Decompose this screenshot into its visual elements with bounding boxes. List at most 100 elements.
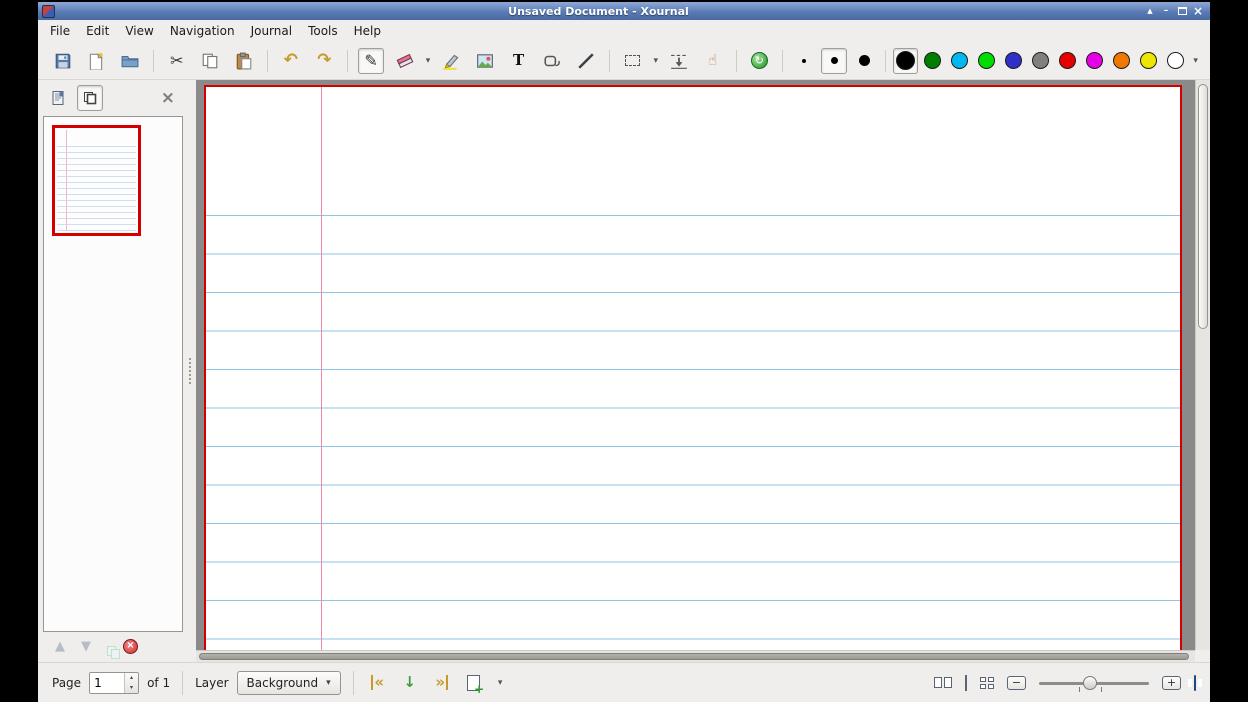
toolbar-separator [782,50,783,72]
eraser-options-dropdown[interactable]: ▾ [423,56,434,66]
menu-item-file[interactable]: File [42,22,78,40]
page-total-label: of 1 [147,676,170,690]
toolbar-separator [736,50,737,72]
selection-options-dropdown[interactable]: ▾ [650,56,661,66]
page-spin-up-button[interactable]: ▴ [125,673,138,683]
minimize-button[interactable]: – [1158,4,1174,18]
page-label: Page [52,676,81,690]
zoom-slider-handle[interactable] [1083,676,1097,690]
color-swatch-blue[interactable] [1001,48,1026,74]
maximize-button[interactable] [1174,4,1190,18]
add-page-options-dropdown[interactable]: ▾ [495,678,506,688]
two-page-view-button[interactable] [934,677,952,688]
sidebar-tab-pages[interactable] [77,85,103,111]
select-region-button[interactable] [620,48,646,74]
vertical-scrollbar-thumb[interactable] [1198,84,1208,329]
color-swatch-magenta[interactable] [1082,48,1107,74]
sidebar-splitter[interactable] [183,80,196,662]
rollup-button[interactable]: ▲ [1142,4,1158,18]
canvas-viewport[interactable] [196,80,1195,650]
slider-tick [1101,687,1102,692]
color-swatch-light-blue[interactable] [947,48,972,74]
save-icon [54,52,72,70]
pen-size-medium[interactable] [821,48,847,74]
last-page-button[interactable]: » [430,671,454,695]
menu-item-journal[interactable]: Journal [243,22,301,40]
menu-item-view[interactable]: View [117,22,161,40]
color-palette [892,48,1189,74]
shape-recognizer-button[interactable] [539,48,565,74]
open-button[interactable] [117,48,143,74]
color-circle [896,51,915,70]
insert-image-button[interactable] [472,48,498,74]
pen-size-thick[interactable] [851,48,877,74]
menu-item-help[interactable]: Help [346,22,389,40]
color-swatch-black[interactable] [893,48,918,74]
pen-size-fine[interactable] [791,48,817,74]
sidebar-close-button[interactable]: × [161,90,175,107]
default-tool-icon: ↻ [751,52,768,69]
chevron-down-icon: ▾ [498,678,503,688]
color-circle [1086,52,1103,69]
thumb-move-up-button[interactable]: ▲ [55,640,65,653]
undo-button[interactable]: ↶ [278,48,304,74]
page-thumbnail[interactable] [52,125,141,236]
slider-tick [1079,687,1080,692]
new-document-button[interactable] [84,48,110,74]
horizontal-scrollbar[interactable] [196,650,1195,662]
cut-button[interactable]: ✂ [164,48,190,74]
first-page-button[interactable]: « [366,671,390,695]
pen-size-group [789,48,879,74]
sidebar: × ▲ ▼ × [38,80,183,662]
menu-item-tools[interactable]: Tools [300,22,346,40]
zoom-out-button[interactable]: − [1007,676,1026,690]
page-number-input[interactable] [90,673,124,693]
vertical-space-button[interactable] [666,48,692,74]
page-canvas[interactable] [204,85,1182,650]
menu-item-edit[interactable]: Edit [78,22,117,40]
title-bar[interactable]: Unsaved Document - Xournal ▲ – × [38,2,1210,20]
color-swatch-green[interactable] [920,48,945,74]
eraser-tool-button[interactable] [392,48,418,74]
default-tool-button[interactable]: ↻ [747,48,773,74]
next-page-button[interactable]: ↓ [398,671,422,695]
zoom-slider[interactable] [1039,672,1149,694]
zoom-out-icon: − [1007,676,1026,690]
horizontal-scrollbar-thumb[interactable] [199,653,1189,660]
sidebar-tab-document[interactable] [45,85,71,111]
color-picker-dropdown[interactable]: ▾ [1190,56,1201,66]
thumb-delete-page-button[interactable]: × [123,639,138,654]
vertical-scrollbar[interactable] [1195,80,1210,650]
last-page-icon: » [435,675,448,690]
color-swatch-white[interactable] [1163,48,1188,74]
grid-view-button[interactable] [980,677,994,689]
one-page-view-button[interactable] [965,676,967,690]
pen-tool-button[interactable]: ✎ [358,48,384,74]
redo-button[interactable]: ↷ [312,48,338,74]
close-button[interactable]: × [1190,4,1206,18]
fullscreen-button[interactable] [1194,676,1196,690]
grid-view-icon [980,677,994,689]
save-button[interactable] [50,48,76,74]
xournal-window: Unsaved Document - Xournal ▲ – × File Ed… [38,2,1210,702]
chevron-down-icon: ▾ [1193,56,1198,66]
copy-button[interactable] [198,48,224,74]
zoom-in-button[interactable]: + [1162,676,1181,690]
highlighter-tool-button[interactable] [438,48,464,74]
color-swatch-red[interactable] [1055,48,1080,74]
menu-item-navigation[interactable]: Navigation [162,22,243,40]
rule-lines [206,215,1180,650]
page-thumbnail-panel[interactable] [43,116,183,632]
color-swatch-yellow[interactable] [1136,48,1161,74]
color-swatch-gray[interactable] [1028,48,1053,74]
ruler-tool-button[interactable] [573,48,599,74]
layer-select[interactable]: Background ▾ [237,671,341,695]
color-swatch-light-green[interactable] [974,48,999,74]
page-spin-down-button[interactable]: ▾ [125,683,138,693]
hand-tool-button[interactable]: ☝ [700,48,726,74]
paste-button[interactable] [231,48,257,74]
add-page-button[interactable]: + [462,671,486,695]
text-tool-button[interactable]: T [506,48,532,74]
color-swatch-orange[interactable] [1109,48,1134,74]
thumb-move-down-button[interactable]: ▼ [81,640,91,653]
